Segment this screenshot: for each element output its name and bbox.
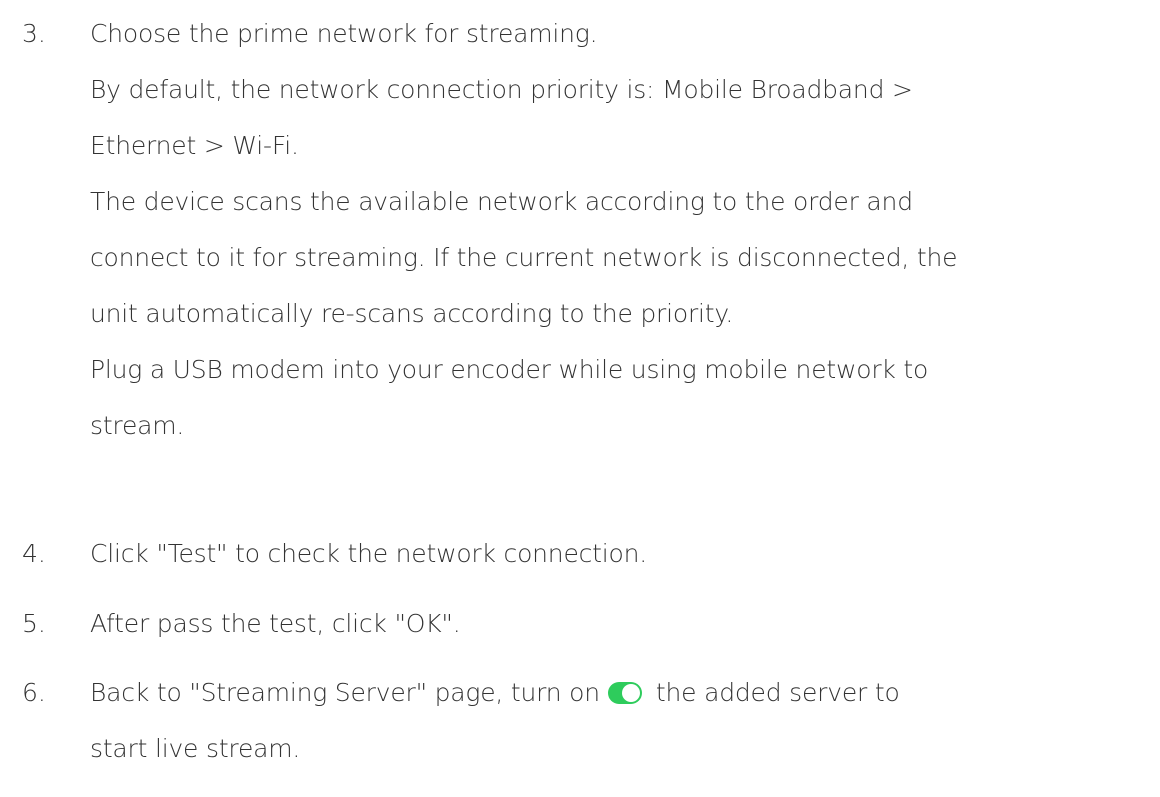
step-text-after-toggle: the added server to [655, 678, 900, 707]
step-text-line: connect to it for streaming. If the curr… [90, 243, 958, 272]
step-number: 5. [22, 609, 46, 638]
step-body: Click "Test" to check the network connec… [90, 526, 1160, 582]
step-text-line: Click "Test" to check the network connec… [90, 539, 648, 568]
step-text-line: stream. [90, 411, 185, 440]
step-text-line: Choose the prime network for streaming. [90, 19, 598, 48]
toggle-on-icon [607, 682, 642, 704]
step-body: Back to "Streaming Server" page, turn on… [90, 665, 1160, 777]
step-text-line: By default, the network connection prior… [90, 75, 913, 104]
step-text-line: Ethernet > Wi-Fi. [90, 131, 299, 160]
step-text-line: start live stream. [90, 734, 301, 763]
step-text-line: Plug a USB modem into your encoder while… [90, 355, 929, 384]
step-text-line: After pass the test, click "OK". [90, 609, 461, 638]
step-number: 4. [22, 539, 46, 568]
step-text-line: Back to "Streaming Server" page, turn on… [90, 665, 1160, 721]
step-body: After pass the test, click "OK". [90, 596, 1160, 652]
step-text-line: unit automatically re-scans according to… [90, 299, 734, 328]
step-number: 3. [22, 19, 46, 48]
instruction-document: 3. Choose the prime network for streamin… [0, 0, 1160, 797]
step-number: 6. [22, 678, 46, 707]
step-text-before-toggle: Back to "Streaming Server" page, turn on [90, 678, 600, 707]
step-text-line: The device scans the available network a… [90, 187, 913, 216]
step-body: Choose the prime network for streaming. … [90, 6, 1160, 454]
toggle-knob [621, 684, 640, 702]
